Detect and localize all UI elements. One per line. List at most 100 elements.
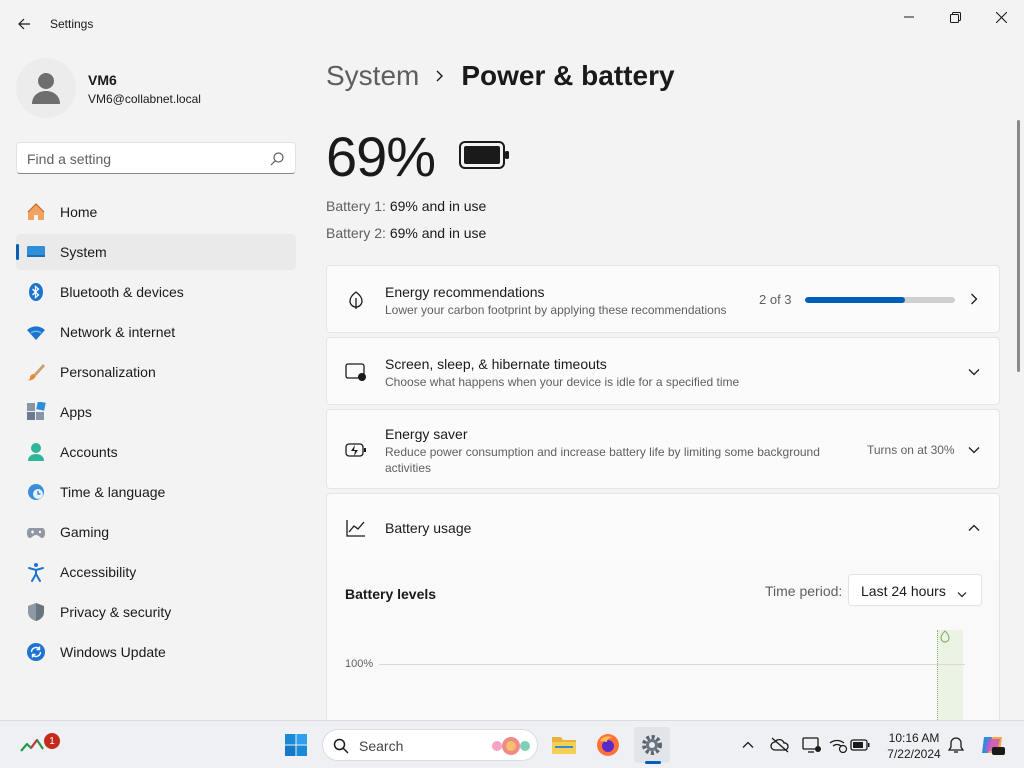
time-period-value: Last 24 hours bbox=[861, 583, 946, 599]
home-icon bbox=[26, 202, 46, 222]
sidebar-item-bluetooth[interactable]: Bluetooth & devices bbox=[16, 274, 296, 310]
search-icon bbox=[333, 738, 349, 754]
chevron-up-icon bbox=[967, 521, 981, 535]
cloud-off-icon bbox=[770, 737, 789, 753]
taskbar-clock[interactable]: 10:16 AM 7/22/2024 bbox=[874, 730, 954, 762]
energy-saver-icon bbox=[345, 439, 367, 461]
copilot-button[interactable] bbox=[980, 735, 1006, 755]
title-bar: Settings bbox=[0, 0, 1024, 48]
recommendations-progress-fill bbox=[805, 297, 906, 303]
search-highlight-icon bbox=[492, 737, 530, 755]
bluetooth-icon bbox=[26, 282, 46, 302]
sidebar-item-label: Gaming bbox=[60, 524, 110, 540]
chevron-up-icon bbox=[742, 741, 754, 748]
sidebar-item-personalization[interactable]: Personalization bbox=[16, 354, 296, 390]
energy-saver-status: Turns on at 30% bbox=[867, 443, 955, 457]
sidebar-item-home[interactable]: Home bbox=[16, 194, 296, 230]
firefox-button[interactable] bbox=[590, 727, 626, 763]
display-tray-button[interactable] bbox=[802, 735, 822, 755]
screen-sleep-card[interactable]: Screen, sleep, & hibernate timeouts Choo… bbox=[326, 337, 1000, 405]
wifi-icon bbox=[26, 322, 46, 342]
screen-sleep-icon bbox=[345, 361, 367, 383]
sidebar-item-apps[interactable]: Apps bbox=[16, 394, 296, 430]
sidebar-item-windows-update[interactable]: Windows Update bbox=[16, 634, 296, 670]
clock-globe-icon bbox=[26, 482, 46, 502]
sidebar-item-label: Bluetooth & devices bbox=[60, 284, 184, 300]
taskbar-search[interactable]: Search bbox=[322, 729, 538, 761]
taskbar: 1 Search 10:16 AM 7/22/2024 bbox=[0, 720, 1024, 768]
close-icon bbox=[995, 11, 1007, 23]
sidebar-item-label: System bbox=[60, 244, 107, 260]
screen-sleep-title: Screen, sleep, & hibernate timeouts bbox=[385, 356, 607, 372]
page-title: Power & battery bbox=[461, 60, 675, 91]
sidebar-item-label: Time & language bbox=[60, 484, 166, 500]
back-arrow-icon bbox=[18, 18, 30, 30]
sidebar-item-accessibility[interactable]: Accessibility bbox=[16, 554, 296, 590]
search-input[interactable] bbox=[27, 149, 257, 169]
active-app-indicator bbox=[645, 761, 661, 764]
accessibility-icon bbox=[26, 562, 46, 582]
gamepad-icon bbox=[26, 522, 46, 542]
accounts-icon bbox=[26, 442, 46, 462]
copilot-icon bbox=[982, 737, 1005, 755]
file-explorer-button[interactable] bbox=[546, 727, 582, 763]
start-button[interactable] bbox=[278, 727, 314, 763]
battery-usage-title: Battery usage bbox=[385, 520, 472, 536]
sidebar-item-network[interactable]: Network & internet bbox=[16, 314, 296, 350]
sidebar-item-label: Windows Update bbox=[60, 644, 166, 660]
screen-sleep-desc: Choose what happens when your device is … bbox=[385, 375, 740, 389]
person-icon bbox=[32, 73, 60, 104]
chart-axis-label: 100% bbox=[345, 658, 374, 670]
battery-1-value: 69% and in use bbox=[389, 198, 487, 214]
energy-recommendations-card[interactable]: Energy recommendations Lower your carbon… bbox=[326, 265, 1000, 333]
onedrive-tray-button[interactable] bbox=[770, 735, 790, 755]
leaf-icon bbox=[940, 630, 950, 643]
leaf-icon bbox=[345, 289, 367, 311]
apps-icon bbox=[26, 402, 46, 422]
back-button[interactable] bbox=[12, 12, 36, 36]
taskbar-search-label: Search bbox=[359, 738, 404, 754]
network-tray-button[interactable] bbox=[828, 735, 848, 755]
time-period-dropdown[interactable]: Last 24 hours bbox=[848, 574, 982, 606]
sidebar-item-label: Accounts bbox=[60, 444, 118, 460]
sidebar-item-system[interactable]: System bbox=[16, 234, 296, 270]
stocks-widget-icon bbox=[20, 738, 44, 752]
time-period-label: Time period: bbox=[765, 583, 843, 599]
monitor-icon bbox=[802, 737, 821, 753]
chevron-right-icon bbox=[435, 69, 445, 83]
breadcrumb-parent[interactable]: System bbox=[326, 60, 419, 92]
battery-percentage: 69% bbox=[326, 125, 436, 188]
sidebar-item-privacy-security[interactable]: Privacy & security bbox=[16, 594, 296, 630]
restore-icon bbox=[949, 11, 961, 23]
brush-icon bbox=[26, 362, 46, 382]
chevron-down-icon bbox=[957, 585, 967, 603]
minimize-button[interactable] bbox=[886, 4, 932, 30]
energy-saver-title: Energy saver bbox=[385, 426, 468, 442]
recommendations-progress-text: 2 of 3 bbox=[759, 292, 792, 307]
sidebar-item-time-language[interactable]: Time & language bbox=[16, 474, 296, 510]
settings-search[interactable] bbox=[16, 142, 296, 174]
show-hidden-icons-button[interactable] bbox=[738, 735, 758, 755]
widgets-button[interactable]: 1 bbox=[14, 727, 60, 763]
scrollbar-thumb[interactable] bbox=[1017, 120, 1020, 372]
battery-1-label: Battery 1: bbox=[326, 198, 386, 214]
sidebar-item-gaming[interactable]: Gaming bbox=[16, 514, 296, 550]
energy-saver-card[interactable]: Energy saver Reduce power consumption an… bbox=[326, 409, 1000, 489]
user-profile[interactable]: VM6 VM6@collabnet.local bbox=[16, 58, 296, 118]
avatar bbox=[16, 58, 76, 118]
firefox-icon bbox=[597, 734, 619, 756]
battery-tray-button[interactable] bbox=[850, 735, 870, 755]
sidebar-item-accounts[interactable]: Accounts bbox=[16, 434, 296, 470]
sidebar-item-label: Apps bbox=[60, 404, 92, 420]
close-button[interactable] bbox=[978, 4, 1024, 30]
minimize-icon bbox=[904, 16, 914, 18]
maximize-button[interactable] bbox=[932, 4, 978, 30]
windows-logo-icon bbox=[285, 734, 307, 756]
battery-2-value: 69% and in use bbox=[389, 225, 487, 241]
bell-icon bbox=[948, 737, 964, 753]
settings-taskbar-button[interactable] bbox=[634, 727, 670, 763]
battery-usage-card[interactable]: Battery usage bbox=[326, 493, 1000, 561]
battery-tray-icon bbox=[850, 739, 870, 751]
sidebar-item-label: Personalization bbox=[60, 364, 156, 380]
notifications-button[interactable] bbox=[946, 735, 966, 755]
